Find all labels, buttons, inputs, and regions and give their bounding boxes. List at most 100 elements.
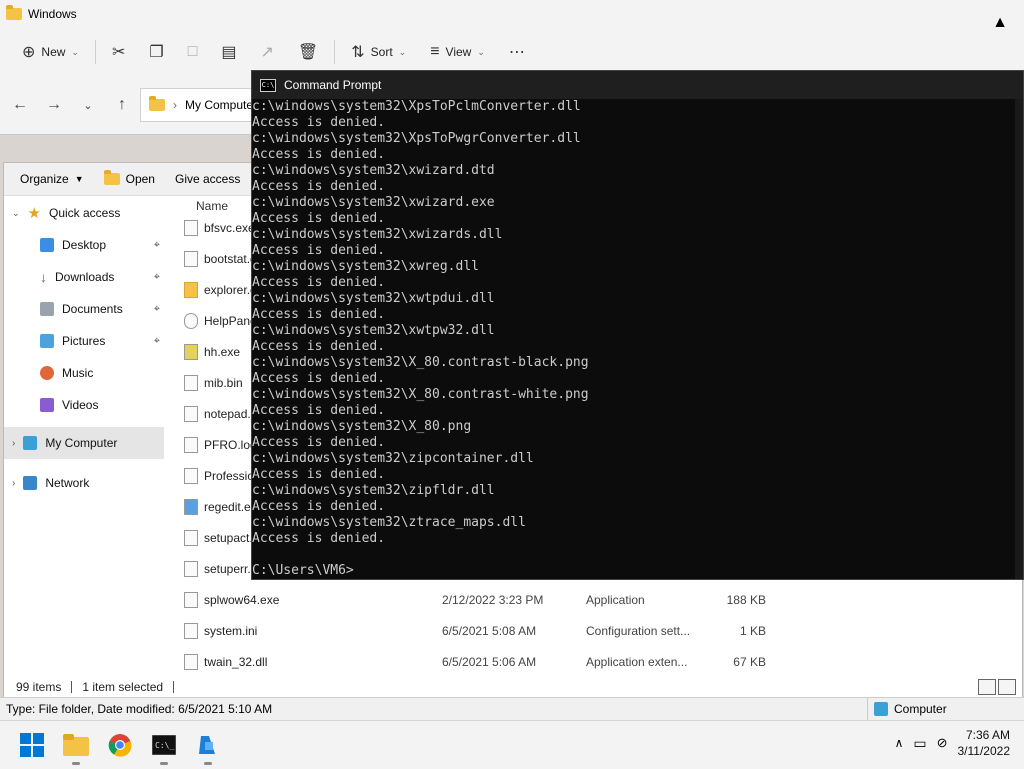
share-icon: ↗: [260, 44, 274, 61]
cmd-output-line: c:\windows\system32\xwizards.dll: [252, 227, 503, 242]
nav-item-pictures[interactable]: Pictures ⌖: [4, 325, 164, 357]
cmd-output-line: c:\windows\system32\xwtpdui.dll: [252, 291, 495, 306]
item-count: 99 items: [16, 680, 62, 694]
cmd-title-bar[interactable]: C:\ Command Prompt: [252, 71, 1023, 99]
nav-item-quick-access[interactable]: ⌄ ★ Quick access: [4, 197, 164, 229]
cmd-output-line: c:\windows\system32\xwreg.dll: [252, 259, 479, 274]
music-icon: [40, 366, 54, 380]
cmd-output-line: c:\windows\system32\XpsToPclmConverter.d…: [252, 99, 581, 114]
command-prompt-window[interactable]: C:\ Command Prompt c:\windows\system32\X…: [251, 70, 1024, 580]
expand-chevron-icon: ⌄: [12, 207, 20, 218]
cmd-output[interactable]: c:\windows\system32\XpsToPclmConverter.d…: [252, 99, 1023, 579]
nav-item-desktop[interactable]: Desktop ⌖: [4, 229, 164, 261]
rename-button[interactable]: ▤: [209, 36, 248, 68]
show-hidden-icons-chevron-icon[interactable]: ∧: [895, 736, 904, 750]
pin-icon: ⌖: [153, 238, 160, 251]
taskbar-azure[interactable]: [192, 729, 224, 765]
cmd-window-title: Command Prompt: [284, 78, 382, 92]
pin-icon: ⌖: [153, 270, 160, 283]
folder-icon: [149, 96, 165, 111]
new-button[interactable]: ⊕ New ⌄: [10, 36, 91, 68]
nav-label: Desktop: [62, 238, 107, 252]
delete-button[interactable]: 🗑: [286, 36, 330, 68]
recent-chevron-icon[interactable]: ⌄: [78, 99, 98, 112]
file-icon: [184, 530, 198, 546]
nav-item-videos[interactable]: Videos: [4, 389, 164, 421]
scissors-icon: ✂: [111, 44, 126, 61]
organize-button[interactable]: Organize ▼: [20, 172, 84, 186]
view-label: View: [445, 45, 472, 59]
selection-count: 1 item selected: [82, 680, 164, 694]
help-icon: [184, 313, 198, 329]
cmd-output-line: c:\windows\system32\zipcontainer.dll: [252, 451, 534, 466]
more-options-button[interactable]: ⋯: [497, 36, 537, 68]
taskbar-chrome[interactable]: [104, 729, 136, 761]
nav-item-downloads[interactable]: ↓ Downloads ⌖: [4, 261, 164, 293]
chevron-down-icon: ⌄: [71, 46, 79, 57]
paste-button[interactable]: □: [176, 36, 210, 68]
desktop-icon: [40, 238, 54, 252]
table-row[interactable]: splwow64.exe 2/12/2022 3:23 PM Applicati…: [174, 585, 794, 615]
ellipsis-icon: ⋯: [508, 44, 525, 61]
file-icon: [184, 468, 198, 484]
pictures-icon: [40, 334, 54, 348]
location-indicator: Computer: [867, 698, 1024, 720]
share-button[interactable]: ↗: [249, 36, 286, 68]
volume-muted-icon[interactable]: ⊘: [937, 735, 948, 751]
open-button[interactable]: Open: [103, 170, 155, 186]
table-row[interactable]: twain_32.dll 6/5/2021 5:06 AM Applicatio…: [174, 647, 794, 677]
cmd-output-line: Access is denied.: [252, 371, 386, 386]
breadcrumb-chevron-icon: ›: [173, 98, 177, 112]
file-icon: [184, 406, 198, 422]
window-title: Windows: [28, 7, 77, 21]
clock[interactable]: 7:36 AM 3/11/2022: [958, 727, 1011, 759]
table-row[interactable]: system.ini 6/5/2021 5:08 AM Configuratio…: [174, 616, 794, 646]
give-access-button[interactable]: Give access: [175, 172, 240, 186]
file-icon: [184, 220, 198, 236]
scrollbar[interactable]: [1015, 99, 1023, 579]
cmd-output-line: c:\windows\system32\X_80.png: [252, 419, 472, 434]
chevron-down-icon: ⌄: [477, 46, 485, 57]
file-date: 6/5/2021 5:06 AM: [442, 655, 537, 669]
nav-label: Videos: [62, 398, 99, 412]
copy-button[interactable]: ❐: [137, 36, 175, 68]
file-date: 2/12/2022 3:23 PM: [442, 593, 544, 607]
start-button[interactable]: [16, 729, 48, 761]
view-button[interactable]: ≡ View ⌄: [418, 36, 497, 68]
file-date: 6/5/2021 5:08 AM: [442, 624, 537, 638]
cut-button[interactable]: ✂: [100, 36, 137, 68]
nav-item-network[interactable]: › Network: [4, 467, 164, 499]
column-header-name[interactable]: Name: [196, 199, 228, 213]
view-toggle: [978, 679, 1016, 695]
up-arrow-icon[interactable]: ↑: [112, 96, 132, 114]
taskbar-command-prompt[interactable]: C:\_: [148, 729, 180, 765]
dropdown-arrow-icon: ▼: [74, 174, 84, 184]
folder-icon: [6, 5, 22, 20]
title-bar: Windows: [0, 0, 1024, 28]
taskbar: C:\_ ∧ ▭ ⊘ 7:36 AM 3/11/2022: [0, 720, 1024, 769]
taskbar-file-explorer[interactable]: [60, 729, 92, 765]
nav-label: Music: [62, 366, 94, 380]
file-name: system.ini: [204, 624, 258, 638]
expand-chevron-icon: ›: [12, 477, 16, 489]
cmd-output-line: c:\windows\system32\xwizard.exe: [252, 195, 495, 210]
nav-item-documents[interactable]: Documents ⌖: [4, 293, 164, 325]
expand-chevron-icon: ›: [12, 437, 16, 449]
navigation-pane: ⌄ ★ Quick access Desktop ⌖ ↓ Downloads ⌖…: [4, 197, 164, 677]
sort-button[interactable]: ⇅ Sort ⌄: [339, 36, 418, 68]
cmd-output-line: c:\windows\system32\X_80.contrast-white.…: [252, 387, 589, 402]
forward-arrow-icon[interactable]: →: [44, 96, 64, 114]
large-icons-view-icon[interactable]: [998, 679, 1016, 695]
cmd-output-line: c:\windows\system32\zipfldr.dll: [252, 483, 495, 498]
network-status-icon[interactable]: ▭: [913, 735, 926, 752]
open-label: Open: [125, 172, 155, 186]
cmd-output-line: Access is denied.: [252, 275, 386, 290]
plus-circle-icon: ⊕: [22, 44, 36, 61]
details-view-icon[interactable]: [978, 679, 996, 695]
nav-item-my-computer[interactable]: › My Computer: [4, 427, 164, 459]
file-type: Configuration sett...: [586, 624, 691, 638]
back-arrow-icon[interactable]: ←: [10, 96, 30, 114]
nav-label: Pictures: [62, 334, 106, 348]
file-icon: [184, 499, 198, 515]
nav-item-music[interactable]: Music: [4, 357, 164, 389]
